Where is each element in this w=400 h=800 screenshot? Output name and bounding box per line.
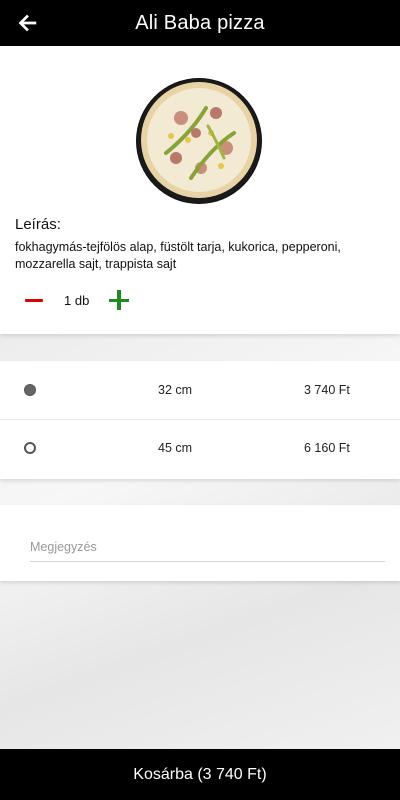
size-label: 45 cm (158, 441, 193, 455)
size-label: 32 cm (158, 383, 193, 397)
add-to-cart-button[interactable]: Kosárba (3 740 Ft) (0, 749, 400, 800)
note-input[interactable] (30, 533, 385, 562)
back-button[interactable] (14, 9, 42, 37)
pizza-image (136, 78, 262, 204)
description-label: Leírás: (15, 216, 61, 233)
quantity-value: 1 db (64, 292, 90, 308)
size-price: 6 160 Ft (304, 441, 350, 455)
radio-selected-icon[interactable] (24, 384, 36, 396)
quantity-stepper: 1 db (24, 288, 130, 312)
size-option[interactable]: 45 cm 6 160 Ft (0, 419, 400, 477)
increase-quantity-button[interactable] (108, 289, 130, 311)
product-card: Leírás: fokhagymás-tejfölös alap, füstöl… (0, 46, 400, 334)
note-card (0, 505, 400, 581)
size-price: 3 740 Ft (304, 383, 350, 397)
top-app-bar: Ali Baba pizza (0, 0, 400, 46)
size-options-card: 32 cm 3 740 Ft 45 cm 6 160 Ft (0, 361, 400, 479)
arrow-left-icon (18, 14, 37, 32)
page-title: Ali Baba pizza (135, 11, 265, 34)
decrease-quantity-button[interactable] (24, 290, 44, 310)
radio-unselected-icon[interactable] (24, 442, 36, 454)
minus-icon (25, 298, 43, 302)
description-text: fokhagymás-tejfölös alap, füstölt tarja,… (15, 240, 341, 271)
size-option[interactable]: 32 cm 3 740 Ft (0, 361, 400, 420)
